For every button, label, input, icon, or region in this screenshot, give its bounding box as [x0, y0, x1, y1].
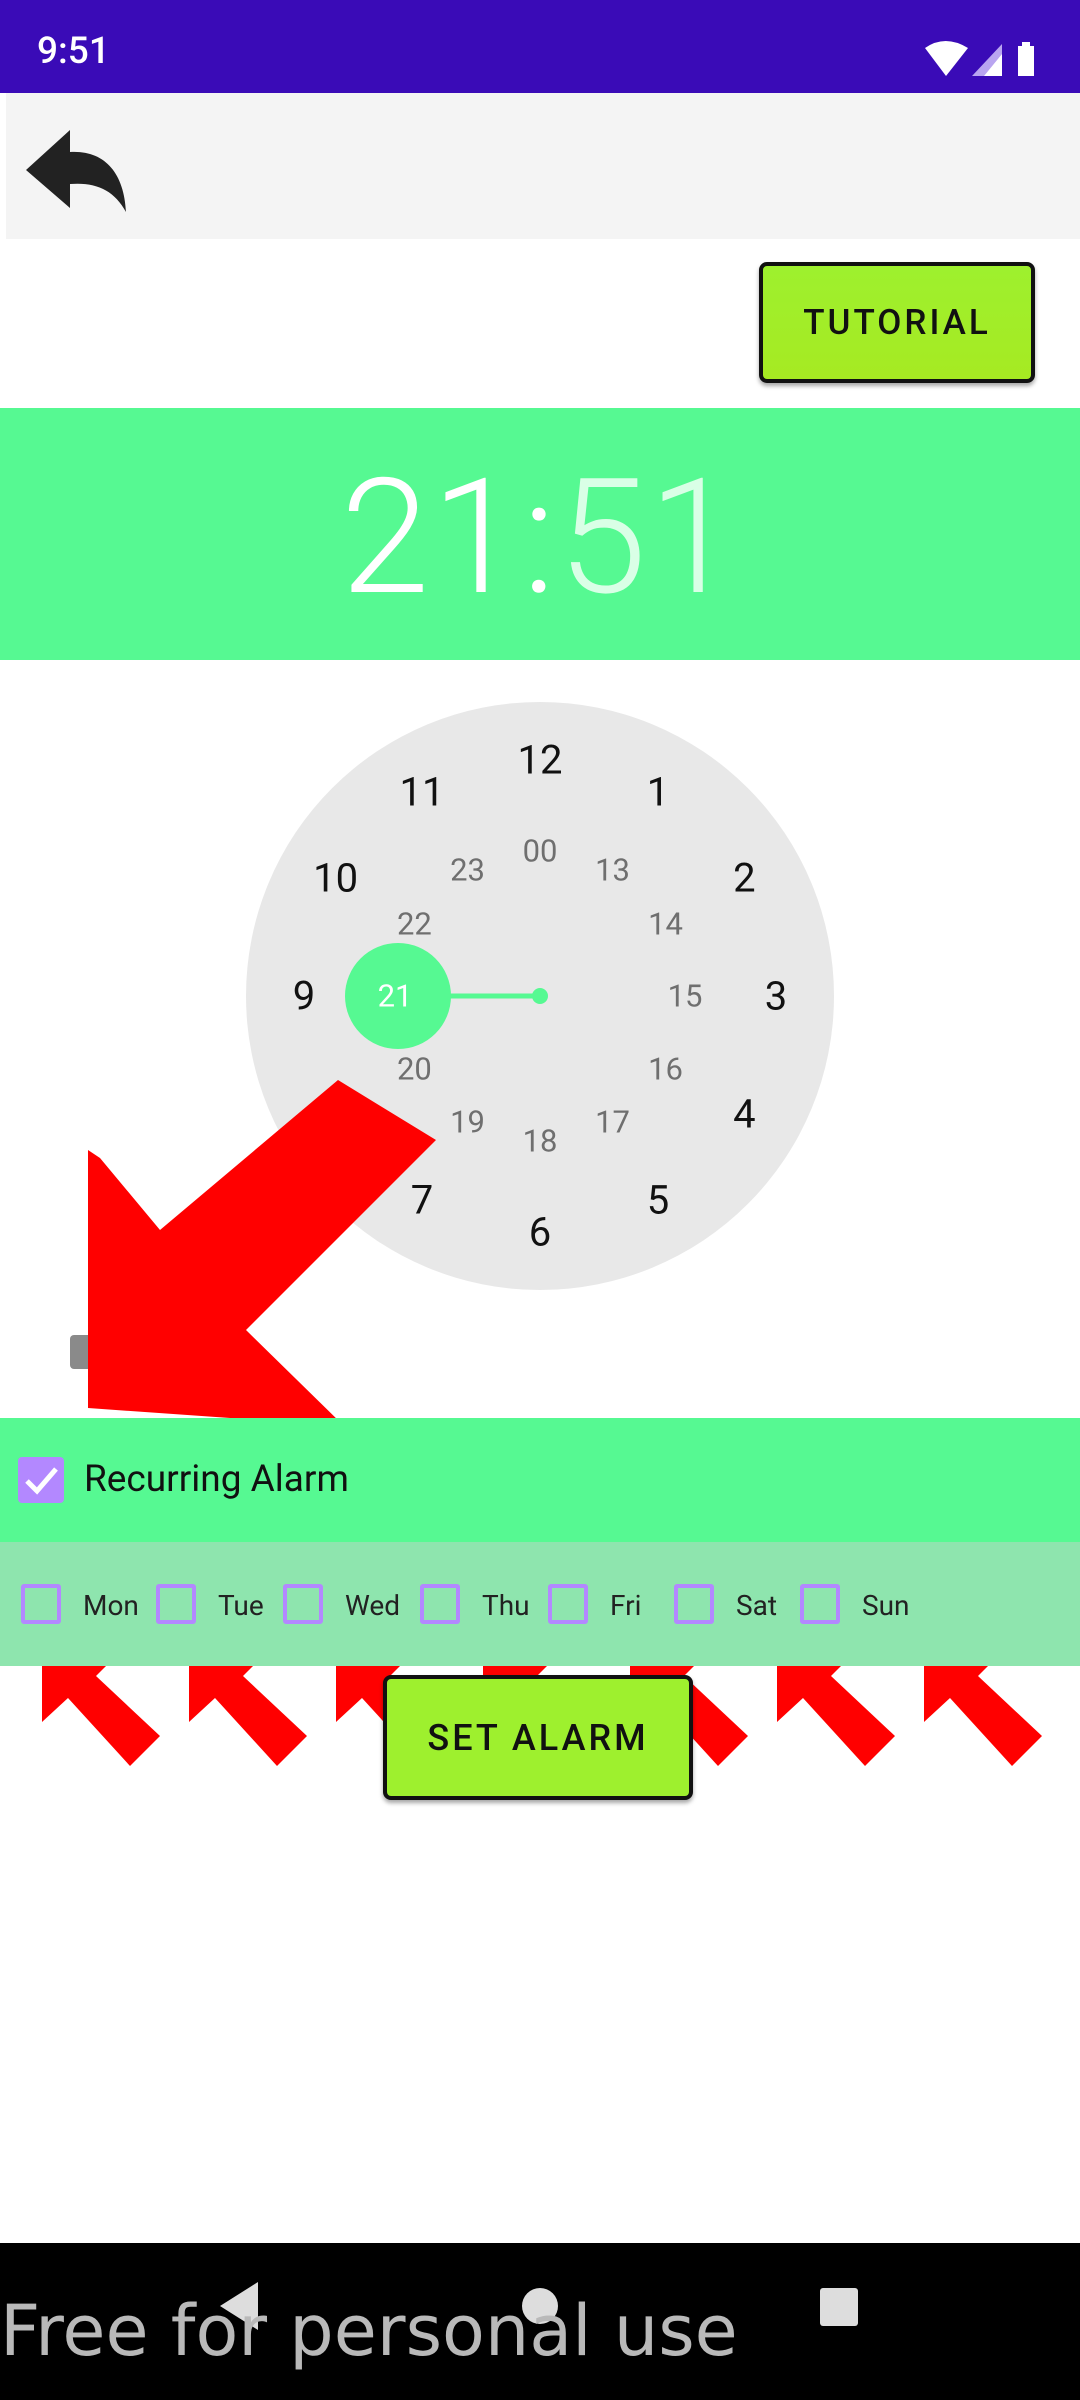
clock-hour-12[interactable]: 12 — [518, 737, 563, 784]
clock-hour-1[interactable]: 1 — [647, 768, 669, 815]
recurring-checkbox[interactable] — [18, 1457, 64, 1503]
day-label-mon: Mon — [83, 1589, 139, 1622]
day-label-thu: Thu — [482, 1589, 530, 1622]
day-checkbox-sat[interactable] — [674, 1584, 714, 1624]
recurring-label: Recurring Alarm — [84, 1458, 349, 1501]
clock-hour-00[interactable]: 00 — [523, 833, 558, 870]
clock-hour-10[interactable]: 10 — [313, 855, 358, 902]
back-arrow-icon[interactable] — [26, 128, 130, 214]
day-label-fri: Fri — [610, 1589, 642, 1622]
watermark: Free for personal use — [0, 2290, 738, 2372]
day-checkbox-tue[interactable] — [156, 1584, 196, 1624]
status-time: 9:51 — [37, 30, 110, 73]
time-separator: : — [522, 445, 558, 632]
check-icon — [25, 1467, 58, 1495]
set-alarm-button[interactable]: SET ALARM — [383, 1675, 693, 1800]
big-red-arrow — [88, 1080, 436, 1426]
day-label-sat: Sat — [736, 1589, 778, 1622]
clock-hour-2[interactable]: 2 — [733, 855, 755, 902]
battery-icon — [1018, 46, 1034, 76]
toolbar — [6, 93, 1080, 239]
clock-hour-23[interactable]: 23 — [450, 852, 485, 889]
day-label-sun: Sun — [862, 1589, 910, 1622]
day-checkbox-thu[interactable] — [420, 1584, 460, 1624]
day-checkbox-fri[interactable] — [548, 1584, 588, 1624]
day-checkbox-sun[interactable] — [800, 1584, 840, 1624]
time-display: 21:51 — [0, 445, 1080, 632]
nav-recents-icon — [820, 2288, 858, 2326]
status-bar — [0, 0, 1080, 93]
day-checkbox-wed[interactable] — [283, 1584, 323, 1624]
minutes-display[interactable]: 51 — [558, 445, 740, 632]
day-checkbox-mon[interactable] — [21, 1584, 61, 1624]
clock-hour-14[interactable]: 14 — [648, 905, 683, 942]
clock-hour-22[interactable]: 22 — [397, 905, 432, 942]
tutorial-button[interactable]: TUTORIAL — [759, 262, 1035, 383]
clock-hour-13[interactable]: 13 — [595, 852, 630, 889]
clock-hour-11[interactable]: 11 — [400, 768, 445, 815]
wifi-icon — [925, 41, 968, 76]
status-icons — [925, 41, 1034, 76]
day-label-tue: Tue — [218, 1589, 264, 1622]
day-label-wed: Wed — [345, 1589, 401, 1622]
hours-display[interactable]: 21 — [341, 445, 523, 632]
